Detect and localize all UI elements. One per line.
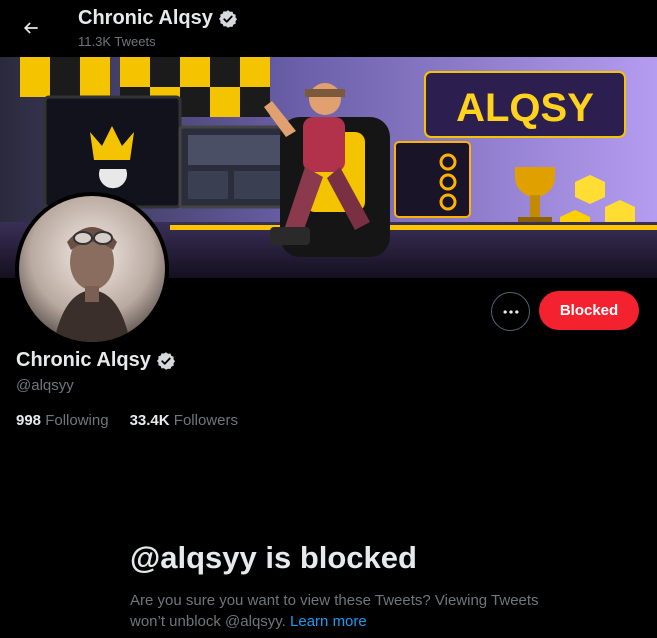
profile-handle: @alqsyy [16, 377, 74, 394]
arrow-left-icon [23, 22, 38, 34]
profile-name-text: Chronic Alqsy [16, 349, 151, 371]
blocked-description: Are you sure you want to view these Twee… [130, 590, 540, 632]
verified-badge-icon [156, 351, 175, 370]
verified-badge-icon [218, 9, 237, 28]
profile-stats: 998 Following 33.4K Followers [16, 412, 238, 429]
more-dots-icon [503, 309, 518, 314]
more-button[interactable] [491, 292, 530, 331]
banner-sign-text: ALQSY [456, 86, 594, 130]
header-title: Chronic Alqsy [78, 7, 238, 30]
avatar-image [19, 196, 165, 342]
followers-link[interactable]: 33.4K Followers [130, 412, 238, 429]
tweet-count: 11.3K Tweets [78, 34, 156, 49]
following-count: 998 [16, 412, 42, 429]
following-link[interactable]: 998 Following [16, 412, 109, 429]
profile-page: Chronic Alqsy 11.3K Tweets ALQSY Blocked… [0, 0, 657, 638]
learn-more-link[interactable]: Learn more [290, 613, 367, 630]
following-label: Following [45, 412, 109, 429]
back-button[interactable] [14, 11, 48, 45]
top-bar: Chronic Alqsy 11.3K Tweets [0, 0, 657, 57]
followers-count: 33.4K [129, 412, 170, 429]
blocked-button[interactable]: Blocked [539, 291, 639, 330]
header-name: Chronic Alqsy [78, 7, 213, 29]
profile-name: Chronic Alqsy [16, 349, 176, 372]
avatar[interactable] [15, 192, 169, 346]
blocked-title: @alqsyy is blocked [130, 540, 417, 575]
followers-label: Followers [173, 412, 238, 429]
